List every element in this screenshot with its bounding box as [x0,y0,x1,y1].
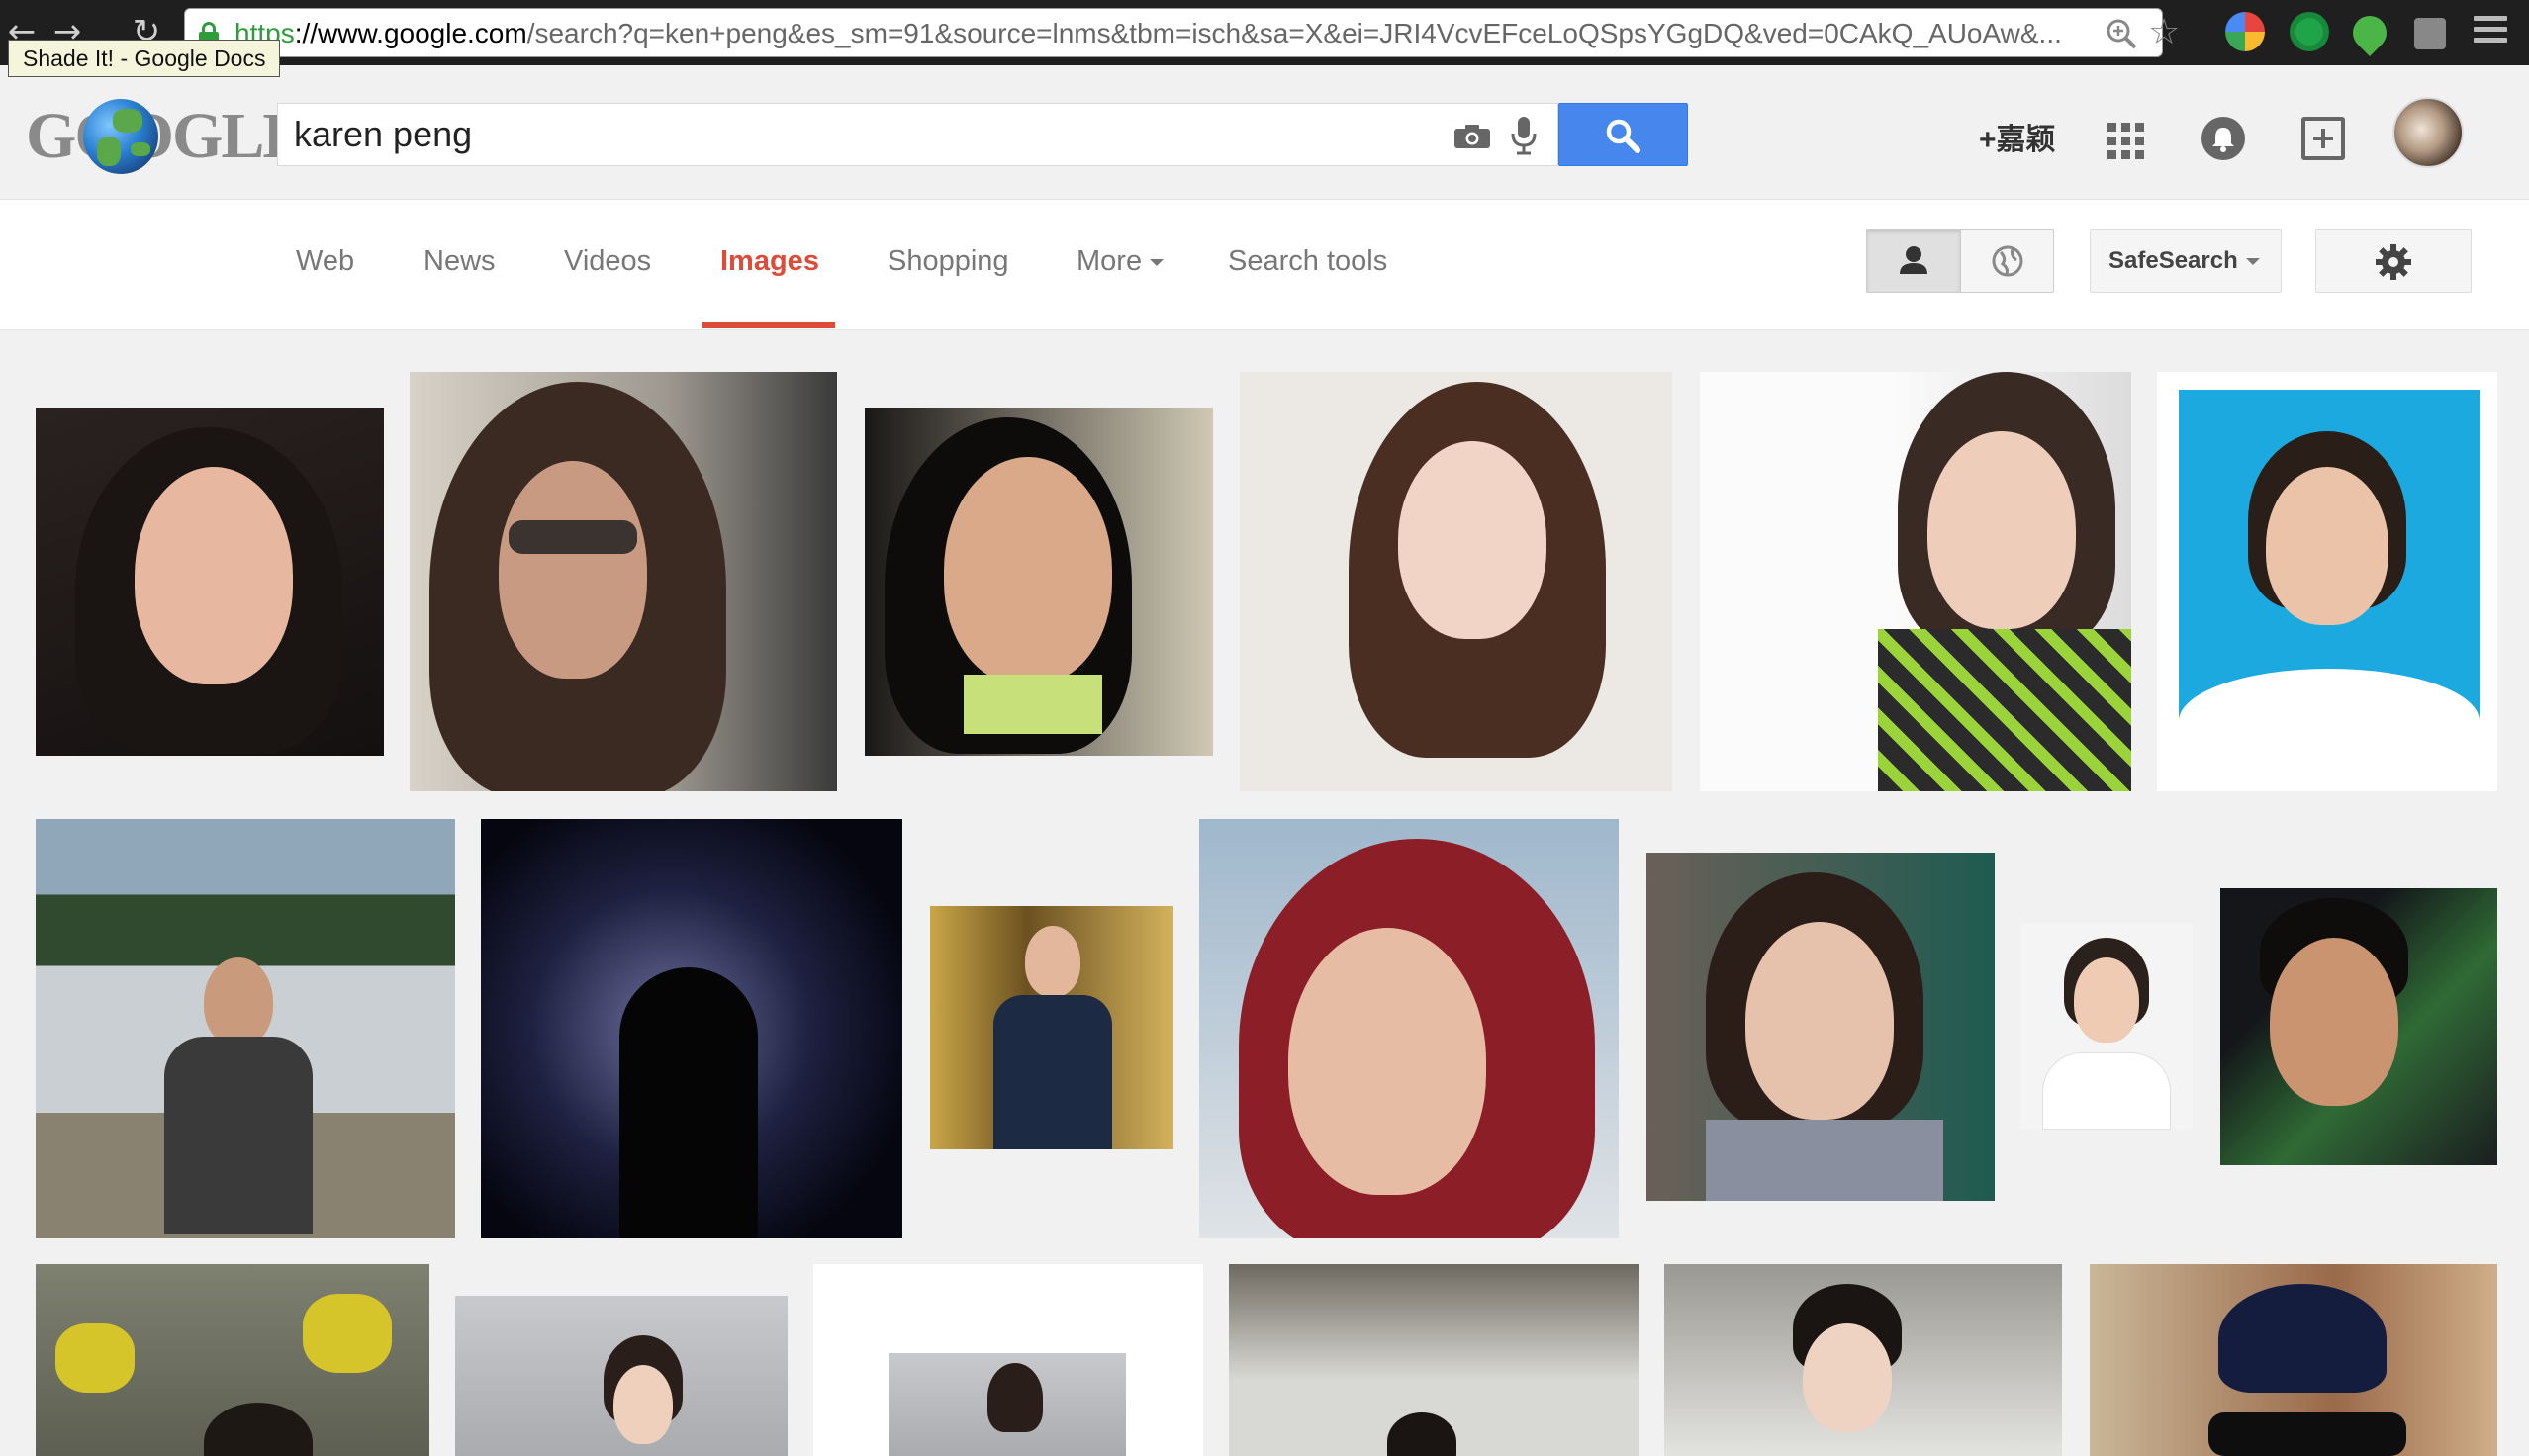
tab-news[interactable]: News [423,245,496,278]
image-result[interactable] [2090,1264,2497,1456]
image-result[interactable] [1664,1264,2062,1456]
person-icon [1900,246,1927,274]
tab-images[interactable]: Images [720,245,819,278]
image-result[interactable] [36,408,384,756]
user-profile-link[interactable]: +嘉颖 [1979,115,2056,158]
image-result[interactable] [1199,819,1619,1238]
google-header: GOOGLE +嘉颖 [0,65,2529,200]
address-bar[interactable]: https://www.google.com/search?q=ken+peng… [184,8,2180,57]
apps-icon[interactable] [2108,123,2145,160]
zoom-icon[interactable] [2105,17,2138,50]
chevron-down-icon [1150,258,1165,266]
image-result[interactable] [455,1296,788,1456]
global-results-button[interactable] [1961,230,2055,292]
image-result[interactable] [410,372,837,791]
logo-text: GOOGLE [26,100,306,172]
image-result[interactable] [2220,888,2497,1165]
image-results-grid [0,330,2529,1456]
extension-puzzle-icon[interactable] [2414,18,2446,49]
tab-videos[interactable]: Videos [564,245,651,278]
share-icon[interactable] [2301,117,2345,160]
image-result[interactable] [813,1264,1203,1456]
gear-icon [2376,244,2411,280]
tab-web[interactable]: Web [296,245,354,278]
camera-icon[interactable] [1453,124,1491,149]
avatar[interactable] [2392,97,2464,168]
tab-more[interactable]: More [1077,245,1165,278]
image-result[interactable] [2157,372,2497,791]
browser-toolbar: ← → ↻ https://www.google.com/search?q=ke… [0,0,2529,65]
chevron-down-icon [2245,258,2260,266]
tab-shopping[interactable]: Shopping [888,245,1009,278]
image-result[interactable] [36,819,455,1238]
image-result[interactable] [36,1264,429,1456]
url-path: /search?q=ken+peng&es_sm=91&source=lnms&… [526,18,2062,48]
url-domain: ://www.google.com [294,18,527,48]
search-button[interactable] [1558,103,1688,166]
tab-search-tools[interactable]: Search tools [1228,245,1387,278]
url-text[interactable]: https://www.google.com/search?q=ken+peng… [234,18,2134,49]
image-result[interactable] [1229,1264,1639,1456]
star-icon[interactable]: ☆ [2148,13,2180,52]
logo-globe [83,99,158,174]
image-result[interactable] [930,906,1173,1149]
google-logo[interactable]: GOOGLE [26,99,306,174]
active-tab-indicator [702,322,835,328]
image-result[interactable] [481,819,902,1238]
safesearch-dropdown[interactable]: SafeSearch [2090,229,2282,293]
image-result[interactable] [865,408,1213,756]
browser-menu-icon[interactable] [2474,16,2507,47]
image-result[interactable] [1700,372,2131,791]
image-result[interactable] [2020,924,2193,1130]
extension-chrome-icon[interactable] [2225,12,2265,51]
private-results-button[interactable] [1867,230,1961,292]
search-input[interactable] [294,104,1432,165]
settings-button[interactable] [2315,229,2472,293]
notifications-icon[interactable] [2201,117,2245,160]
search-box [277,103,1558,166]
results-scope-toggle [1866,229,2054,293]
search-tabs-bar: Web News Videos Images Shopping More Sea… [0,200,2529,330]
microphone-icon[interactable] [1509,116,1539,155]
image-result[interactable] [1646,853,1995,1201]
image-result[interactable] [1240,372,1672,791]
safesearch-label: SafeSearch [2108,247,2238,274]
tooltip: Shade It! - Google Docs [8,40,281,77]
tab-more-label: More [1077,245,1143,277]
extension-leaf-icon[interactable] [2345,8,2394,57]
extension-grammarly-icon[interactable] [2290,12,2329,51]
search-icon [1606,119,1640,153]
globe-icon [1992,245,2023,277]
